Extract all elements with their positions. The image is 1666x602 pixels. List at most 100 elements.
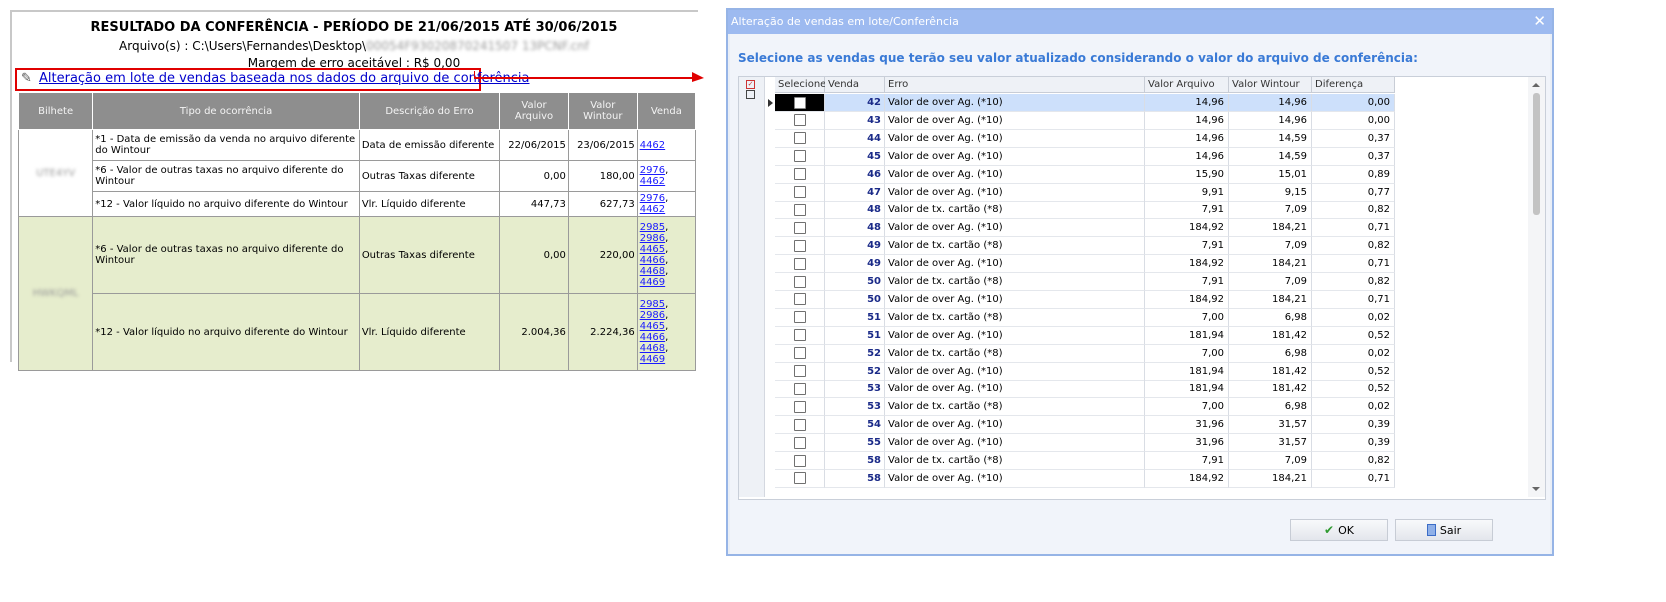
row-checkbox[interactable] [793,347,806,360]
venda-link[interactable]: 4468 [640,266,665,277]
grid-row[interactable]: 50 Valor de tx. cartão (*8) 7,91 7,09 0,82 [765,273,1399,291]
grid-row[interactable]: 43 Valor de over Ag. (*10) 14,96 14,96 0,00 [765,111,1399,130]
venda-link[interactable]: 4466 [640,255,665,266]
report-table-body: UTE4YV *1 - Data de emissão da venda no a… [17,129,697,371]
close-icon[interactable]: ✕ [1533,12,1546,30]
grid-row[interactable]: 49 Valor de over Ag. (*10) 184,92 184,21 0,7… [765,255,1399,274]
row-checkbox[interactable] [793,203,806,216]
row-valor-wintour: 184,21 [1229,219,1312,238]
row-venda: 47 [825,183,885,202]
grid-row[interactable]: 49 Valor de tx. cartão (*8) 7,91 7,09 0,82 [765,237,1399,256]
row-checkbox[interactable] [793,221,806,234]
row-diferenca: 0,82 [1312,201,1395,220]
grid-row[interactable]: 53 Valor de over Ag. (*10) 181,94 181,42 0,5… [765,380,1399,399]
report-cell-valor-arquivo: 0,00 [499,216,569,294]
row-checkbox[interactable] [793,472,806,485]
grid-row[interactable]: 46 Valor de over Ag. (*10) 15,90 15,01 0,89 [765,165,1399,184]
header-tipo: Tipo de ocorrência [92,92,360,130]
venda-link[interactable]: 2985 [640,299,665,310]
row-valor-arquivo: 7,91 [1145,237,1229,256]
venda-link[interactable]: 4469 [640,354,665,365]
grid-row[interactable]: 48 Valor de over Ag. (*10) 184,92 184,21 0,7… [765,219,1399,238]
venda-link[interactable]: 4462 [640,204,665,215]
row-diferenca: 0,52 [1312,326,1395,345]
venda-link[interactable]: 4462 [640,176,665,187]
venda-link[interactable]: 2986 [640,233,665,244]
row-erro: Valor de over Ag. (*10) [885,165,1145,184]
grid-row[interactable]: 48 Valor de tx. cartão (*8) 7,91 7,09 0,82 [765,201,1399,220]
venda-link[interactable]: 4466 [640,332,665,343]
row-venda: 54 [825,416,885,435]
row-checkbox[interactable] [793,329,806,342]
grid-row[interactable]: 54 Valor de over Ag. (*10) 31,96 31,57 0,39 [765,416,1399,435]
row-valor-arquivo: 7,91 [1145,273,1229,291]
report-cell-vendas: 2985, 2986, 4465, 4466, 4468, 4469 [636,293,697,371]
col-diferenca[interactable]: Diferença [1312,77,1395,93]
row-checkbox[interactable] [793,186,806,198]
row-checkbox[interactable] [793,168,806,181]
ok-button-label: OK [1338,523,1354,537]
report-row: HWKQML *6 - Valor de outras taxas no arqu… [17,216,697,371]
grid-row[interactable]: 53 Valor de tx. cartão (*8) 7,00 6,98 0,02 [765,398,1399,417]
scroll-up-icon[interactable] [1532,83,1540,87]
scroll-down-icon[interactable] [1532,487,1540,491]
venda-link[interactable]: 2976 [640,165,665,176]
exit-button[interactable]: Sair [1395,519,1493,541]
venda-link[interactable]: 2986 [640,310,665,321]
row-valor-wintour: 6,98 [1229,308,1312,327]
venda-link[interactable]: 2985 [640,222,665,233]
row-valor-wintour: 14,59 [1229,129,1312,148]
row-checkbox[interactable] [793,454,806,467]
select-all-icon[interactable]: ✓ [746,80,755,99]
ok-button[interactable]: ✔ OK [1290,519,1388,541]
grid-row[interactable]: 50 Valor de over Ag. (*10) 184,92 184,21 0,7… [765,290,1399,309]
grid-vertical-scrollbar[interactable] [1528,77,1545,497]
grid-row[interactable]: 51 Valor de over Ag. (*10) 181,94 181,42 0,5… [765,326,1399,345]
grid-row[interactable]: 47 Valor de over Ag. (*10) 9,91 9,15 0,77 [765,183,1399,202]
row-checkbox[interactable] [793,150,806,163]
row-select-cell [775,308,825,327]
dialog-title-bar: Alteração de vendas em lote/Conferência … [728,10,1552,34]
grid-row[interactable]: 55 Valor de over Ag. (*10) 31,96 31,57 0,39 [765,434,1399,453]
col-valor-arquivo[interactable]: Valor Arquivo [1145,77,1229,93]
row-checkbox[interactable] [793,400,806,413]
grid-row[interactable]: 42 Valor de over Ag. (*10) 14,96 14,96 0,00 [765,94,1399,112]
grid-row[interactable]: 52 Valor de over Ag. (*10) 181,94 181,42 0,5… [765,362,1399,381]
report-cell-vendas: 2985, 2986, 4465, 4466, 4468, 4469 [636,216,697,294]
row-checkbox[interactable] [793,132,806,145]
venda-link[interactable]: 4468 [640,343,665,354]
row-checkbox[interactable] [793,96,806,109]
row-venda: 50 [825,290,885,309]
row-checkbox[interactable] [793,257,806,270]
grid-row[interactable]: 45 Valor de over Ag. (*10) 14,96 14,59 0,37 [765,147,1399,166]
scroll-thumb[interactable] [1533,93,1540,215]
col-valor-wintour[interactable]: Valor Wintour [1229,77,1312,93]
row-checkbox[interactable] [793,418,806,431]
col-selecione[interactable]: Selecione [775,77,826,93]
grid-row[interactable]: 58 Valor de over Ag. (*10) 184,92 184,21 0,7… [765,469,1399,488]
row-checkbox[interactable] [793,114,806,127]
col-venda[interactable]: Venda [825,77,885,93]
grid-row[interactable]: 58 Valor de tx. cartão (*8) 7,91 7,09 0,82 [765,452,1399,470]
report-row: *12 - Valor líquido no arquivo diferente… [19,191,697,217]
venda-link[interactable]: 4465 [640,244,665,255]
row-checkbox[interactable] [793,293,806,306]
row-checkbox[interactable] [793,365,806,377]
venda-link[interactable]: 2976 [640,193,665,204]
row-valor-arquivo: 7,00 [1145,308,1229,327]
grid-row[interactable]: 52 Valor de tx. cartão (*8) 7,00 6,98 0,02 [765,344,1399,363]
grid-row[interactable]: 51 Valor de tx. cartão (*8) 7,00 6,98 0,02 [765,308,1399,327]
venda-link[interactable]: 4469 [640,277,665,288]
row-checkbox[interactable] [793,311,806,324]
col-erro[interactable]: Erro [885,77,1145,93]
batch-edit-link[interactable]: Alteração em lote de vendas baseada nos … [39,71,530,86]
venda-link[interactable]: 4462 [640,140,665,151]
row-checkbox[interactable] [793,239,806,252]
row-select-cell [775,183,825,202]
row-checkbox[interactable] [793,436,806,449]
venda-link[interactable]: 4465 [640,321,665,332]
row-checkbox[interactable] [793,382,806,395]
row-select-cell [775,111,825,130]
row-checkbox[interactable] [793,275,806,288]
grid-row[interactable]: 44 Valor de over Ag. (*10) 14,96 14,59 0,37 [765,129,1399,148]
